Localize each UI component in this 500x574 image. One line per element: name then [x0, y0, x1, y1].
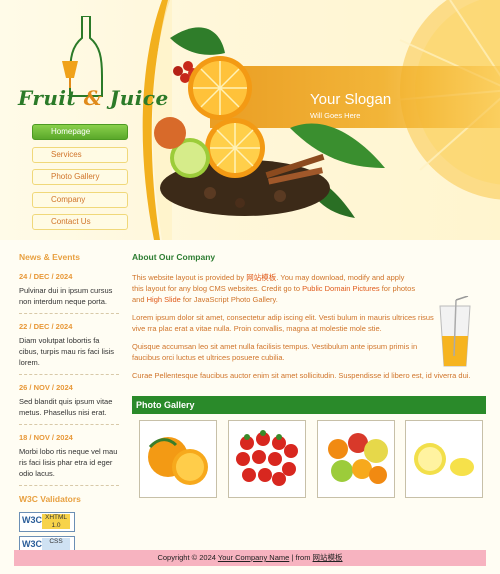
- nav-contact-us[interactable]: Contact Us: [32, 214, 128, 230]
- copyright-text: Copyright © 2024: [157, 553, 218, 562]
- logo-ampersand: &: [83, 86, 103, 110]
- fruit-arrangement-icon: [154, 27, 385, 218]
- xhtml-label-line2: 1.0: [51, 522, 61, 529]
- mixed-fruit-icon: [328, 433, 388, 484]
- juice-glass-icon: [439, 296, 471, 367]
- w3c-logo: W3C: [22, 515, 42, 525]
- mixed-fruit-photo[interactable]: [317, 420, 395, 498]
- gallery-thumbnails: [139, 420, 489, 498]
- nav-photo-gallery[interactable]: Photo Gallery: [32, 169, 128, 185]
- news-date: 22 / DEC / 2024: [19, 322, 73, 331]
- about-title: About Our Company: [132, 252, 216, 262]
- news-item: 18 / NOV / 2024 Morbi lobo rtis neque ve…: [19, 433, 119, 486]
- main-content: About Our Company This website layout is…: [132, 252, 486, 388]
- about-paragraph-3: Quisque accumsan leo sit amet nulla faci…: [132, 342, 418, 362]
- about-p1-text: This website layout is provided by: [132, 273, 247, 282]
- slogan-subtitle: Will Goes Here: [310, 111, 361, 120]
- gallery-header: Photo Gallery: [132, 396, 486, 414]
- xhtml-label-line1: XHTML: [44, 514, 68, 521]
- about-paragraph-4: Curae Pellentesque faucibus auctor enim …: [132, 371, 471, 380]
- logo-word-1: Fruit: [18, 86, 77, 110]
- about-paragraph-2: Lorem ipsum dolor sit amet, consectetur …: [132, 313, 434, 333]
- oranges-icon: [148, 437, 208, 485]
- slogan: Your Slogan: [310, 91, 392, 108]
- news-date: 24 / DEC / 2024: [19, 272, 73, 281]
- nav-company[interactable]: Company: [32, 191, 128, 208]
- strawberries-photo[interactable]: [228, 420, 306, 498]
- xhtml-label: XHTML 1.0: [42, 514, 70, 529]
- news-date: 18 / NOV / 2024: [19, 433, 73, 442]
- oranges-photo[interactable]: [139, 420, 217, 498]
- news-item: 24 / DEC / 2024 Pulvinar dui in ipsum cu…: [19, 272, 119, 314]
- news-text: Pulvinar dui in ipsum cursus non interdu…: [19, 286, 113, 306]
- company-link[interactable]: Your Company Name: [218, 553, 289, 562]
- strawberries-icon: [236, 430, 298, 486]
- sidebar: News & Events 24 / DEC / 2024 Pulvinar d…: [19, 252, 119, 560]
- news-item: 26 / NOV / 2024 Sed blandit quis ipsum v…: [19, 383, 119, 425]
- news-date: 26 / NOV / 2024: [19, 383, 73, 392]
- validators-title: W3C Validators: [19, 494, 81, 504]
- nav-services[interactable]: Services: [32, 146, 128, 163]
- news-text: Diam volutpat lobortis fa cibus, turpis …: [19, 336, 115, 367]
- footer-from: | from: [289, 553, 313, 562]
- news-text: Morbi lobo rtis neque vel mau ris faci l…: [19, 447, 118, 478]
- news-text: Sed blandit quis ipsum vitae metus. Phas…: [19, 397, 113, 417]
- page: Fruit & Juice Homepage Services Photo Ga…: [0, 0, 500, 574]
- w3c-logo: W3C: [22, 539, 42, 549]
- site-credit-link[interactable]: 网站模板: [313, 553, 343, 562]
- footer: Copyright © 2024 Your Company Name | fro…: [14, 550, 486, 566]
- logo-text[interactable]: Fruit & Juice: [18, 86, 169, 110]
- lemons-photo[interactable]: [405, 420, 483, 498]
- highslide-link[interactable]: High Slide: [147, 295, 181, 304]
- header: Fruit & Juice Homepage Services Photo Ga…: [0, 0, 500, 240]
- public-domain-link[interactable]: Public Domain Pictures: [302, 284, 380, 293]
- logo-word-2: Juice: [109, 86, 169, 110]
- xhtml-validator-badge[interactable]: W3C XHTML 1.0: [19, 512, 75, 532]
- news-title: News & Events: [19, 252, 80, 262]
- about-paragraph-1: This website layout is provided by 网站模板.…: [132, 272, 486, 305]
- site-link[interactable]: 网站模板: [246, 273, 276, 282]
- nav-homepage[interactable]: Homepage: [32, 124, 128, 140]
- about-p1-text: for JavaScript Photo Gallery.: [180, 295, 278, 304]
- lemons-icon: [414, 443, 474, 476]
- main-nav: Homepage Services Photo Gallery Company …: [32, 124, 128, 237]
- news-item: 22 / DEC / 2024 Diam volutpat lobortis f…: [19, 322, 119, 375]
- css-label-line1: CSS: [49, 538, 63, 545]
